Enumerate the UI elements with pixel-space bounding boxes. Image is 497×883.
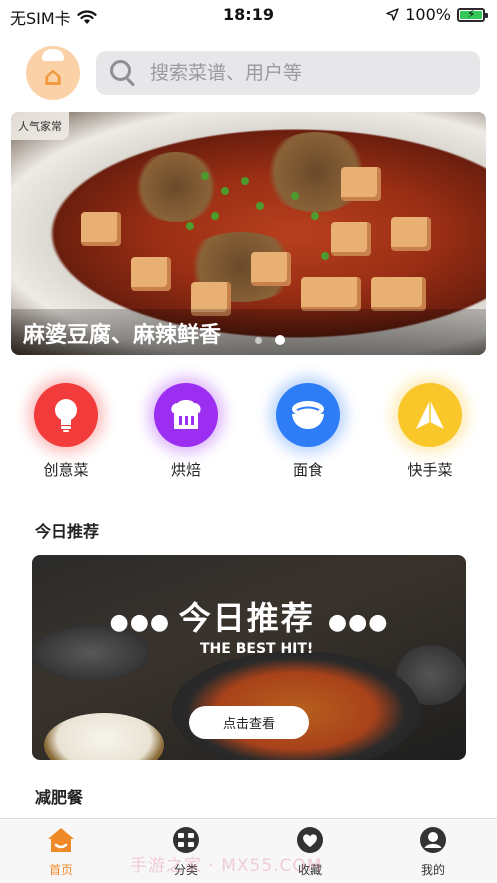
location-arrow-icon	[386, 8, 399, 21]
category-item[interactable]: 烘焙	[141, 380, 231, 480]
tab-label: 首页	[48, 863, 73, 877]
logo-glyph: ⌂	[43, 62, 63, 92]
category-grid: 创意菜 烘焙 面食 快手菜	[0, 380, 497, 490]
user-icon	[420, 827, 446, 853]
home-icon	[48, 828, 74, 852]
status-right: 100% ⚡	[386, 5, 488, 24]
tofu-piece	[301, 277, 361, 311]
tofu-piece	[81, 212, 121, 246]
view-button[interactable]: 点击查看	[189, 706, 309, 739]
scallion-piece	[321, 252, 329, 260]
scallion-piece	[201, 172, 209, 180]
hero-banner[interactable]: 人气家常 麻婆豆腐、麻辣鲜香	[11, 112, 486, 355]
category-item[interactable]: 快手菜	[385, 380, 475, 480]
noodle-bowl-icon	[292, 401, 324, 429]
tofu-piece	[371, 277, 426, 311]
tofu-piece	[131, 257, 171, 291]
tab-profile[interactable]: 我的	[393, 825, 473, 878]
status-bar: 无SIM卡 18:19 100% ⚡	[0, 0, 497, 30]
carousel-indicator[interactable]	[255, 337, 262, 344]
category-item[interactable]: 创意菜	[21, 380, 111, 480]
tofu-piece	[331, 222, 371, 256]
recommend-title: 今日推荐	[178, 599, 315, 637]
category-icon-circle	[34, 383, 98, 447]
category-label: 面食	[292, 461, 323, 479]
dish-spice	[131, 152, 221, 222]
bottom-tab-bar: 首页 分类 收藏 我的 手游之家 · MX55.COM	[0, 818, 497, 883]
rice-bowl-image	[44, 713, 164, 760]
tofu-piece	[391, 217, 431, 251]
category-label: 快手菜	[407, 461, 453, 479]
search-input[interactable]	[150, 62, 450, 84]
scallion-piece	[311, 212, 319, 220]
section-title-diet: 减肥餐	[35, 788, 84, 807]
category-icon-circle	[154, 383, 218, 447]
tofu-piece	[251, 252, 291, 286]
charging-bolt-icon: ⚡	[467, 6, 476, 21]
battery-icon: ⚡	[457, 6, 488, 22]
category-label: 创意菜	[43, 461, 89, 479]
scallion-piece	[211, 212, 219, 220]
dots-decoration-right: ●●●	[327, 610, 389, 635]
category-item[interactable]: 面食	[263, 380, 353, 480]
dots-decoration-left: ●●●	[109, 610, 179, 635]
tofu-piece	[341, 167, 381, 201]
tab-label: 我的	[420, 863, 445, 877]
category-label: 烘焙	[170, 461, 201, 479]
category-icon-circle	[398, 383, 462, 447]
battery-percent: 100%	[405, 5, 451, 24]
lightbulb-icon	[55, 399, 77, 432]
category-icon-circle	[276, 383, 340, 447]
chef-hat-logo-icon	[42, 49, 64, 61]
recommend-subtitle: THE BEST HIT!	[200, 641, 314, 657]
scallion-piece	[241, 177, 249, 185]
watermark-text: 手游之家 · MX55.COM	[130, 856, 323, 876]
scallion-piece	[291, 192, 299, 200]
app-logo[interactable]: ⌂	[26, 46, 80, 100]
search-icon	[110, 60, 136, 87]
section-title-today: 今日推荐	[35, 522, 100, 541]
recommend-title-row: ●●● 今日推荐 ●●●	[32, 593, 466, 639]
bread-icon	[171, 400, 201, 429]
scallion-piece	[221, 187, 229, 195]
scallion-piece	[186, 222, 194, 230]
banner-caption: 麻婆豆腐、麻辣鲜香	[11, 309, 486, 355]
carousel-indicator-active[interactable]	[275, 335, 285, 345]
tab-home[interactable]: 首页	[21, 825, 101, 878]
search-bar[interactable]	[96, 51, 480, 95]
recommend-card[interactable]: ●●● 今日推荐 ●●● THE BEST HIT! 点击查看	[32, 555, 466, 760]
paper-plane-icon	[416, 400, 444, 429]
scallion-piece	[256, 202, 264, 210]
banner-tag: 人气家常	[11, 112, 69, 140]
header: ⌂	[0, 44, 497, 104]
